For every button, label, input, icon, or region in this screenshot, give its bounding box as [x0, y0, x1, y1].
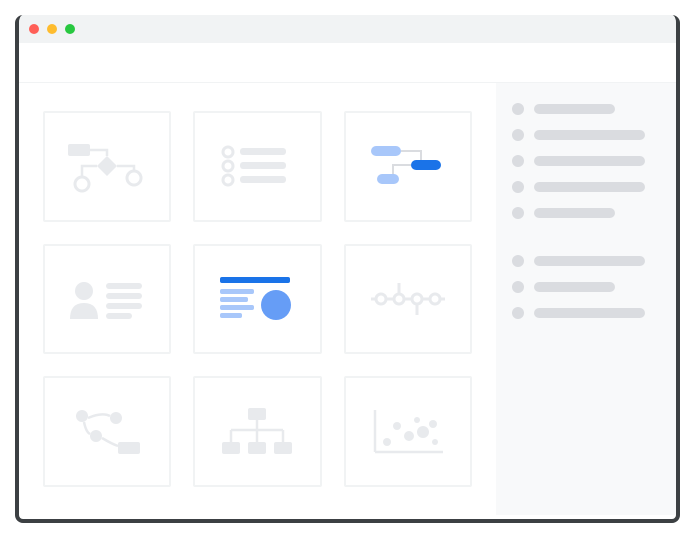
zoom-dot[interactable]: [65, 24, 75, 34]
org-chart-icon: [212, 402, 302, 462]
dashboard-icon: [212, 269, 302, 329]
bullet-icon: [512, 103, 524, 115]
template-scatter[interactable]: [344, 376, 472, 487]
template-flowchart[interactable]: [43, 111, 171, 222]
sidebar-item[interactable]: [512, 103, 660, 115]
template-profile[interactable]: [43, 244, 171, 355]
bullet-icon: [512, 155, 524, 167]
template-dashboard[interactable]: [193, 244, 321, 355]
sidebar-line: [534, 182, 645, 192]
sidebar-line: [534, 156, 645, 166]
template-orgchart[interactable]: [193, 376, 321, 487]
sidebar-line: [534, 104, 615, 114]
sidebar-item[interactable]: [512, 129, 660, 141]
bullet-icon: [512, 307, 524, 319]
sidebar-item[interactable]: [512, 281, 660, 293]
template-grid: [19, 83, 496, 515]
timeline-icon: [363, 269, 453, 329]
bullet-icon: [512, 207, 524, 219]
bullet-icon: [512, 181, 524, 193]
sidebar-item[interactable]: [512, 181, 660, 193]
bulleted-list-icon: [212, 136, 302, 196]
sidebar-item[interactable]: [512, 155, 660, 167]
template-list[interactable]: [193, 111, 321, 222]
close-dot[interactable]: [29, 24, 39, 34]
titlebar: [15, 15, 680, 43]
bullet-icon: [512, 281, 524, 293]
template-mindmap[interactable]: [43, 376, 171, 487]
gantt-chart-icon: [363, 136, 453, 196]
mind-map-icon: [62, 402, 152, 462]
minimize-dot[interactable]: [47, 24, 57, 34]
sidebar-group-2: [512, 255, 660, 319]
flowchart-icon: [62, 136, 152, 196]
sidebar-item[interactable]: [512, 255, 660, 267]
sidebar-line: [534, 256, 645, 266]
sidebar: [496, 83, 676, 515]
profile-card-icon: [62, 269, 152, 329]
sidebar-item[interactable]: [512, 307, 660, 319]
template-timeline[interactable]: [344, 244, 472, 355]
bullet-icon: [512, 129, 524, 141]
app-window: [15, 15, 680, 523]
sidebar-item[interactable]: [512, 207, 660, 219]
sidebar-line: [534, 282, 615, 292]
toolbar: [19, 43, 676, 83]
sidebar-line: [534, 208, 615, 218]
sidebar-line: [534, 130, 645, 140]
sidebar-group-1: [512, 103, 660, 219]
content-area: [19, 83, 676, 515]
scatter-plot-icon: [363, 402, 453, 462]
bullet-icon: [512, 255, 524, 267]
sidebar-line: [534, 308, 645, 318]
template-gantt[interactable]: [344, 111, 472, 222]
